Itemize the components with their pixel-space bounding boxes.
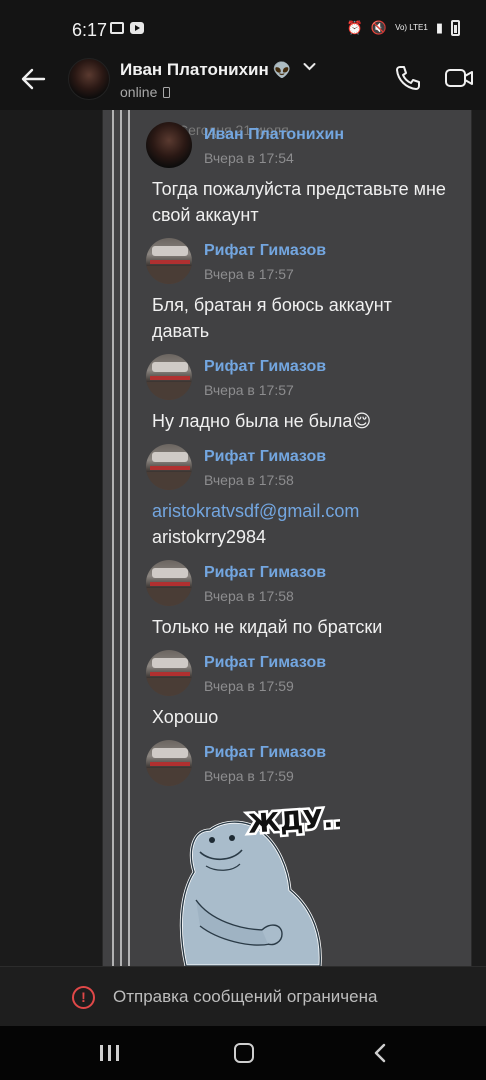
message-time: Вчера в 17:57 — [204, 266, 294, 282]
contact-name-text: Иван Платонихин — [120, 60, 269, 79]
arrow-left-icon[interactable] — [20, 66, 46, 92]
sender-name[interactable]: Рифат Гимазов — [204, 564, 326, 582]
sender-name[interactable]: Рифат Гимазов — [204, 654, 326, 672]
system-nav-bar — [0, 1026, 486, 1080]
message-text: Тогда пожалуйста представьте мне свой ак… — [152, 179, 446, 225]
youtube-icon — [130, 22, 144, 34]
sender-name[interactable]: Рифат Гимазов — [204, 242, 326, 260]
message-time: Вчера в 17:59 — [204, 678, 294, 694]
contact-avatar[interactable] — [68, 58, 110, 100]
mute-icon: 🔇 — [370, 20, 388, 35]
sender-avatar[interactable] — [146, 122, 192, 168]
gallery-icon — [110, 22, 124, 34]
signal-icon: ▮ — [435, 20, 443, 35]
message-text: Бля, братан я боюсь аккаунт давать — [152, 295, 392, 341]
alert-circle-icon: ! — [72, 986, 95, 1009]
online-status-text: online — [120, 84, 158, 100]
restriction-banner: ! Отправка сообщений ограничена — [0, 966, 486, 1026]
back-chevron-icon[interactable] — [372, 1042, 388, 1064]
sender-avatar[interactable] — [146, 444, 192, 490]
network-indicator: Vo) LTE1 — [395, 23, 428, 32]
message-text: Хорошо — [152, 707, 219, 727]
sender-avatar[interactable] — [146, 354, 192, 400]
system-icons: ⏰ 🔇 Vo) LTE1 ▮ — [347, 20, 460, 36]
chat-header: Иван Платонихин 👽 online — [0, 58, 486, 110]
sender-avatar[interactable] — [146, 740, 192, 786]
sender-avatar[interactable] — [146, 238, 192, 284]
sender-name[interactable]: Рифат Гимазов — [204, 358, 326, 376]
sender-name[interactable]: Иван Платонихин — [204, 126, 344, 144]
message-text: Ну ладно была не была😌 — [152, 411, 372, 431]
message-text: aristokratvsdf@gmail.com aristokrry2984 — [152, 498, 452, 550]
alien-emoji: 👽 — [272, 62, 292, 79]
message-time: Вчера в 17:58 — [204, 588, 294, 604]
sender-avatar[interactable] — [146, 560, 192, 606]
sender-name[interactable]: Рифат Гимазов — [204, 448, 326, 466]
notification-icons — [110, 22, 144, 34]
sticker-image[interactable]: ЖДУ... — [170, 790, 340, 966]
panel-decoration — [108, 110, 138, 966]
recent-apps-icon[interactable] — [100, 1045, 120, 1061]
video-camera-icon[interactable] — [444, 66, 474, 90]
sender-avatar[interactable] — [146, 650, 192, 696]
restriction-text: Отправка сообщений ограничена — [113, 987, 378, 1006]
message-text: Только не кидай по братски — [152, 617, 383, 637]
message-time: Вчера в 17:57 — [204, 382, 294, 398]
message-time: Вчера в 17:59 — [204, 768, 294, 784]
sticker-caption: ЖДУ... — [247, 803, 340, 840]
message-time: Вчера в 17:54 — [204, 150, 294, 166]
phone-icon[interactable] — [394, 64, 422, 92]
status-time: 6:17 — [72, 20, 108, 40]
chevron-down-icon[interactable] — [303, 62, 316, 72]
home-icon[interactable] — [234, 1043, 254, 1063]
status-bar: 6:17 ⏰ 🔇 Vo) LTE1 ▮ — [0, 0, 486, 58]
contact-name[interactable]: Иван Платонихин 👽 — [120, 60, 291, 80]
mobile-icon — [163, 87, 171, 98]
sender-name[interactable]: Рифат Гимазов — [204, 744, 326, 762]
message-line: aristokrry2984 — [152, 527, 267, 547]
alarm-icon: ⏰ — [346, 20, 363, 35]
battery-icon — [451, 20, 460, 36]
message-time: Вчера в 17:58 — [204, 472, 294, 488]
email-link[interactable]: aristokratvsdf@gmail.com — [152, 498, 452, 524]
contact-status: online — [120, 84, 171, 100]
